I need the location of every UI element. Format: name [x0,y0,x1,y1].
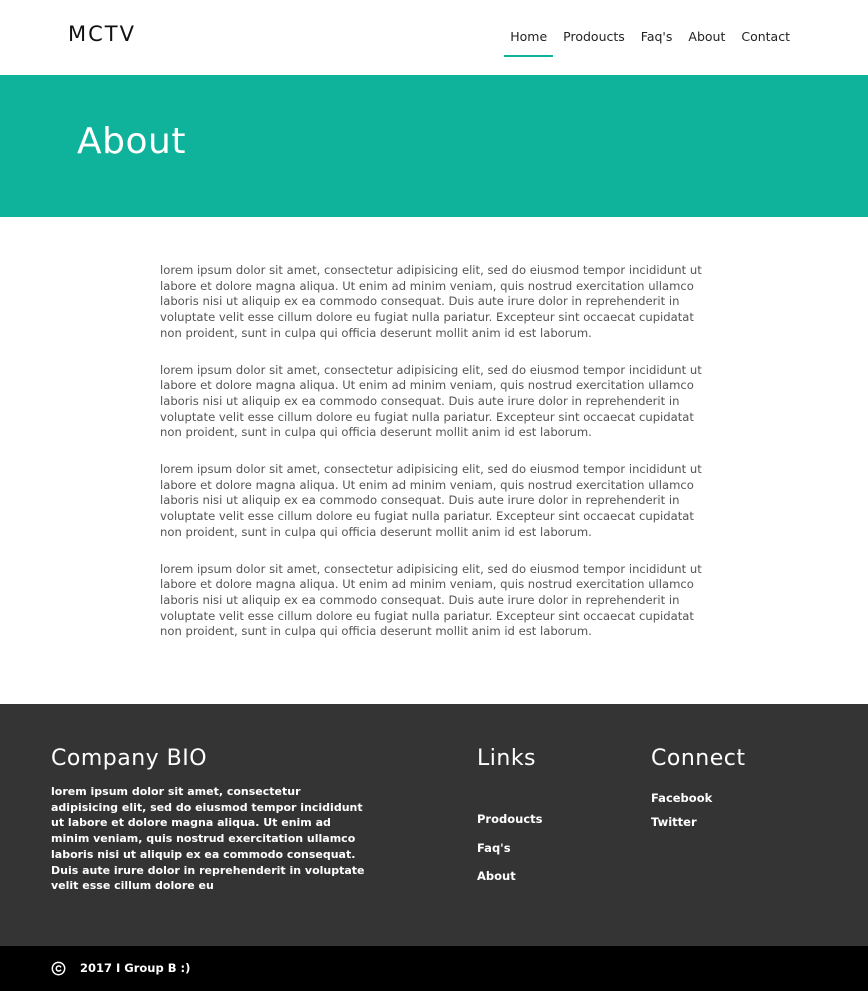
company-bio-text: lorem ipsum dolor sit amet, consectetur … [51,785,365,893]
site-header: MCTV Home Prodoucts Faq's About Contact [0,0,868,75]
copyright-bar: 2017 I Group B :) [0,946,868,991]
content-paragraph: lorem ipsum dolor sit amet, consectetur … [160,362,702,440]
copyright-icon [51,961,66,976]
page-title: About [77,121,186,162]
content-paragraph: lorem ipsum dolor sit amet, consectetur … [160,263,702,340]
footer-link-about[interactable]: About [477,869,542,883]
hero-banner: About [0,75,868,217]
main-nav: Home Prodoucts Faq's About Contact [502,28,798,57]
company-bio-heading: Company BIO [51,746,208,771]
footer-link-products[interactable]: Prodoucts [477,812,542,826]
footer-links: Prodoucts Faq's About [477,812,542,898]
nav-item-home[interactable]: Home [502,28,555,57]
twitter-link[interactable]: Twitter [651,815,712,829]
main-content: lorem ipsum dolor sit amet, consectetur … [160,263,710,661]
copyright-text: 2017 I Group B :) [80,961,191,975]
site-logo[interactable]: MCTV [68,22,136,46]
footer-link-faqs[interactable]: Faq's [477,841,542,855]
nav-item-products[interactable]: Prodoucts [555,28,633,57]
nav-item-faqs[interactable]: Faq's [633,28,681,57]
nav-item-about[interactable]: About [680,28,733,57]
content-paragraph: lorem ipsum dolor sit amet, consectetur … [160,462,702,539]
links-heading: Links [477,746,537,771]
connect-heading: Connect [651,746,746,771]
content-paragraph: lorem ipsum dolor sit amet, consectetur … [160,561,702,639]
social-links: Facebook Twitter [651,791,712,839]
site-footer: Company BIO lorem ipsum dolor sit amet, … [0,704,868,946]
nav-item-contact[interactable]: Contact [733,28,798,57]
facebook-link[interactable]: Facebook [651,791,712,805]
